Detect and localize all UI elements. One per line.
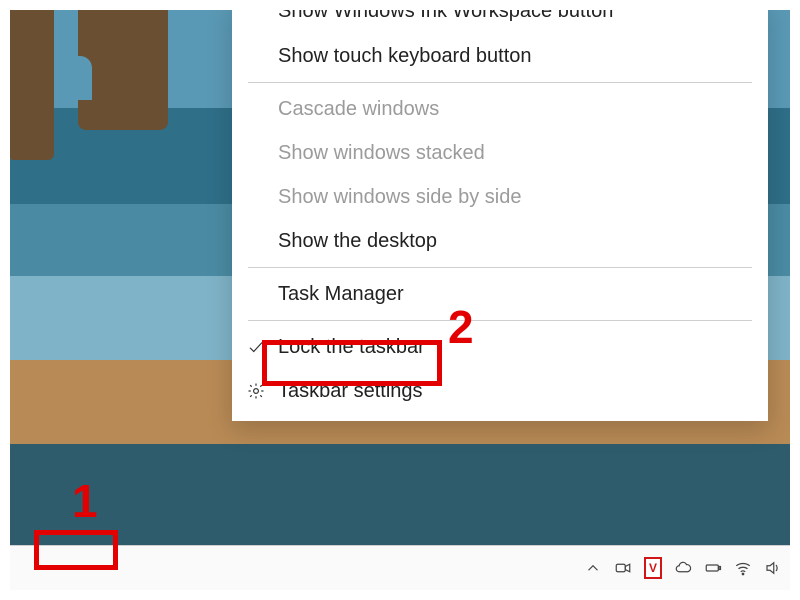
menu-show-touch-keyboard[interactable]: Show touch keyboard button	[232, 34, 768, 78]
menu-item-label: Show the desktop	[278, 230, 437, 253]
menu-task-manager[interactable]: Task Manager	[232, 272, 768, 316]
taskbar[interactable]: V	[10, 545, 790, 590]
menu-item-label: Show Windows Ink Workspace button	[278, 0, 613, 23]
v-app-letter: V	[644, 557, 662, 579]
onedrive-icon[interactable]	[674, 559, 692, 577]
annotation-number-2: 2	[448, 304, 474, 350]
menu-show-desktop[interactable]: Show the desktop	[232, 219, 768, 263]
video-chat-icon[interactable]	[614, 559, 632, 577]
wallpaper-arch	[66, 56, 92, 100]
menu-stack-windows: Show windows stacked	[232, 131, 768, 175]
battery-icon[interactable]	[704, 559, 722, 577]
menu-separator	[248, 267, 752, 268]
system-tray: V	[584, 546, 784, 590]
annotation-box-2	[262, 340, 442, 386]
menu-side-by-side: Show windows side by side	[232, 175, 768, 219]
menu-item-label: Show windows stacked	[278, 142, 485, 165]
menu-show-ink-workspace[interactable]: Show Windows Ink Workspace button	[232, 0, 768, 34]
menu-cascade-windows: Cascade windows	[232, 87, 768, 131]
menu-separator	[248, 82, 752, 83]
v-app-icon[interactable]: V	[644, 559, 662, 577]
wifi-icon[interactable]	[734, 559, 752, 577]
menu-separator	[248, 320, 752, 321]
annotation-box-1	[34, 530, 118, 570]
menu-item-label: Task Manager	[278, 283, 404, 306]
wallpaper-rock	[8, 0, 54, 160]
annotation-number-1: 1	[72, 478, 98, 524]
volume-icon[interactable]	[764, 559, 782, 577]
menu-item-label: Show touch keyboard button	[278, 45, 532, 68]
tray-overflow-icon[interactable]	[584, 559, 602, 577]
menu-item-label: Show windows side by side	[278, 186, 521, 209]
menu-item-label: Cascade windows	[278, 98, 439, 121]
